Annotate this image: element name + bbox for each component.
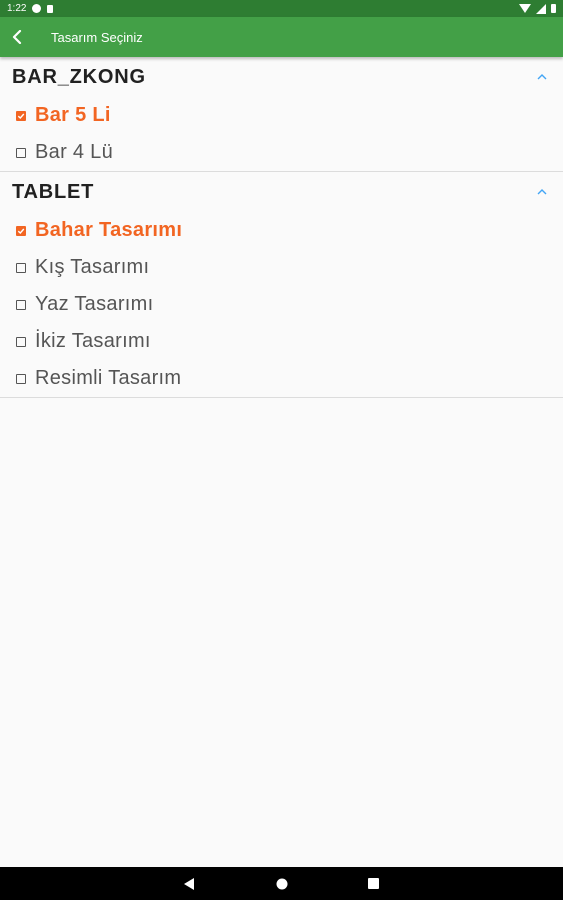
design-option[interactable]: Bar 5 Li [0,97,563,134]
design-option-label: Yaz Tasarımı [35,293,154,315]
recents-square-icon [368,878,379,889]
page-title: Tasarım Seçiniz [51,29,143,45]
design-list: BAR_ZKONG Bar 5 Li Bar 4 Lü TABLET Bahar Tas… [0,57,563,398]
group-header[interactable]: TABLET [0,172,563,212]
design-option[interactable]: İkiz Tasarımı [0,323,563,360]
group-title: TABLET [12,180,95,203]
design-option[interactable]: Bahar Tasarımı [0,212,563,249]
wifi-icon [519,4,531,13]
checkmark-icon [17,228,25,234]
checkmark-icon [17,113,25,119]
navigation-bar [0,867,563,900]
status-bar: 1:22 [0,0,563,17]
checkbox-unchecked-icon[interactable] [16,336,26,347]
checkbox-checked-icon[interactable] [16,225,26,236]
chevron-up-icon [537,189,547,195]
design-option[interactable]: Bar 4 Lü [0,134,563,171]
design-option-label: Bar 4 Lü [35,141,114,163]
design-option-label: Kış Tasarımı [35,256,150,278]
back-triangle-icon [184,877,194,890]
checkbox-unchecked-icon[interactable] [16,299,26,310]
group-header[interactable]: BAR_ZKONG [0,57,563,97]
checkbox-unchecked-icon[interactable] [16,262,26,273]
design-option[interactable]: Yaz Tasarımı [0,286,563,323]
design-group-bar-zkong: BAR_ZKONG Bar 5 Li Bar 4 Lü [0,57,563,172]
group-title: BAR_ZKONG [12,65,146,88]
nav-back-button[interactable] [183,877,197,891]
chevron-up-icon [537,74,547,80]
arrow-back-icon [12,30,22,44]
app-bar: Tasarım Seçiniz [0,17,563,57]
signal-icon [536,3,546,14]
back-button[interactable] [1,17,33,57]
design-option[interactable]: Kış Tasarımı [0,249,563,286]
design-option-label: İkiz Tasarımı [35,330,151,352]
design-group-tablet: TABLET Bahar Tasarımı Kış Tasarımı Yaz Tasa… [0,172,563,398]
status-bar-right [519,3,556,14]
notification-icon [32,4,42,13]
checkbox-unchecked-icon[interactable] [16,147,26,158]
design-option-label: Resimli Tasarım [35,367,182,389]
sd-card-icon [47,4,54,13]
design-option[interactable]: Resimli Tasarım [0,360,563,397]
design-option-label: Bahar Tasarımı [35,219,183,241]
checkbox-unchecked-icon[interactable] [16,373,26,384]
checkbox-checked-icon[interactable] [16,110,26,121]
nav-home-button[interactable] [275,877,289,891]
nav-recents-button[interactable] [367,877,381,891]
home-circle-icon [276,878,287,889]
status-bar-left: 1:22 [7,3,54,14]
design-option-label: Bar 5 Li [35,104,111,126]
battery-icon [551,4,556,13]
status-time: 1:22 [7,3,27,14]
